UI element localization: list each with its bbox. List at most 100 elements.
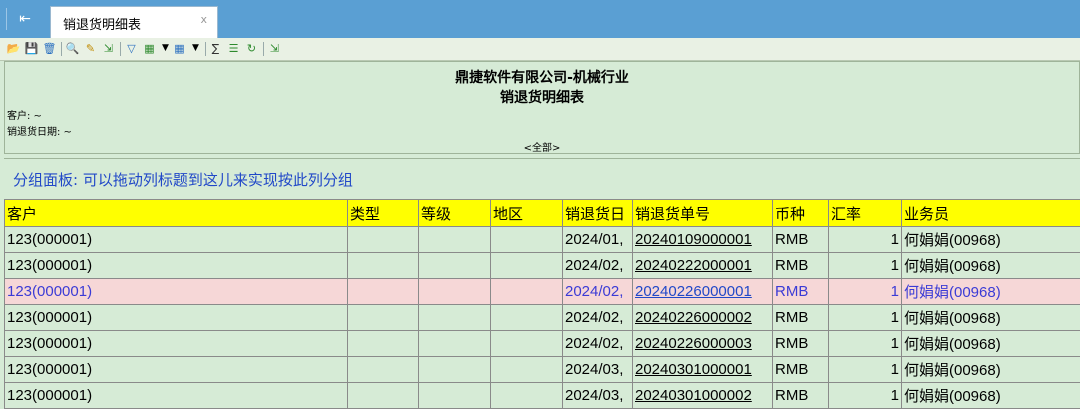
grid-icon[interactable]: ▦ [172, 41, 187, 56]
column-header-return-date[interactable]: 销退货日 [563, 200, 633, 227]
cell-type [348, 227, 419, 253]
table-row[interactable]: 123(000001) 2024/03, 20240301000001 RMB … [5, 357, 1080, 383]
open-folder-icon[interactable]: 📂 [6, 41, 21, 56]
cell-region [491, 331, 563, 357]
cell-customer: 123(000001) [5, 357, 348, 383]
toolbar-separator [61, 42, 62, 56]
tab-close-icon[interactable]: x [200, 13, 207, 26]
table-row[interactable]: 123(000001) 2024/02, 20240222000001 RMB … [5, 253, 1080, 279]
cell-date: 2024/02, [563, 279, 633, 305]
table-row-selected[interactable]: 123(000001) 2024/02, 20240226000001 RMB … [5, 279, 1080, 305]
filter-icon[interactable]: ▽ [124, 41, 139, 56]
cell-doc-link[interactable]: 20240226000002 [633, 305, 773, 331]
save-icon[interactable]: 💾 [24, 41, 39, 56]
cell-date: 2024/02, [563, 331, 633, 357]
column-header-exchange-rate[interactable]: 汇率 [829, 200, 902, 227]
table-row[interactable]: 123(000001) 2024/02, 20240226000002 RMB … [5, 305, 1080, 331]
cell-rate: 1 [829, 227, 902, 253]
cell-type [348, 253, 419, 279]
cell-currency: RMB [773, 383, 829, 409]
header-row: 客户 类型 等级 地区 销退货日 销退货单号 币种 汇率 业务员 [5, 200, 1080, 227]
cell-region [491, 357, 563, 383]
column-header-return-doc-no[interactable]: 销退货单号 [633, 200, 773, 227]
table-row[interactable]: 123(000001) 2024/03, 20240301000002 RMB … [5, 383, 1080, 409]
cell-rate: 1 [829, 383, 902, 409]
chevron-down-icon[interactable]: ▼ [158, 41, 173, 56]
toolbar-separator [205, 42, 206, 56]
chevron-down-icon[interactable]: ▼ [188, 41, 203, 56]
cell-type [348, 357, 419, 383]
cell-level [419, 305, 491, 331]
top-bar: ⇤ 销退货明细表 x [0, 0, 1080, 38]
cell-customer: 123(000001) [5, 305, 348, 331]
cell-region [491, 305, 563, 331]
refresh-icon[interactable]: ↻ [244, 41, 259, 56]
edit-icon[interactable]: ✎ [83, 41, 98, 56]
column-header-region[interactable]: 地区 [491, 200, 563, 227]
cell-customer: 123(000001) [5, 331, 348, 357]
cell-currency: RMB [773, 357, 829, 383]
cell-date: 2024/01, [563, 227, 633, 253]
all-label: <全部> [5, 139, 1079, 154]
cell-region [491, 253, 563, 279]
cell-salesperson: 何娟娟(00968) [902, 331, 1080, 357]
group-panel-hint: 分组面板: 可以拖动列标题到这儿来实现按此列分组 [13, 169, 353, 190]
cell-date: 2024/02, [563, 305, 633, 331]
customer-filter-label: 客户: ~ [7, 107, 42, 122]
tab-label: 销退货明细表 [63, 14, 141, 33]
filter-sum-icon[interactable]: ∑ [208, 41, 223, 56]
cell-region [491, 383, 563, 409]
column-header-level[interactable]: 等级 [419, 200, 491, 227]
report-title: 销退货明细表 [5, 87, 1079, 107]
cell-level [419, 253, 491, 279]
tree-icon[interactable]: ☰ [226, 41, 241, 56]
column-header-salesperson[interactable]: 业务员 [902, 200, 1080, 227]
cell-salesperson: 何娟娟(00968) [902, 383, 1080, 409]
cell-customer: 123(000001) [5, 253, 348, 279]
cell-level [419, 279, 491, 305]
cell-customer: 123(000001) [5, 227, 348, 253]
date-filter-label: 销退货日期: ~ [7, 123, 72, 138]
cell-level [419, 383, 491, 409]
table-row[interactable]: 123(000001) 2024/02, 20240226000003 RMB … [5, 331, 1080, 357]
cell-currency: RMB [773, 227, 829, 253]
collapse-menu-icon[interactable]: ⇤ [6, 8, 43, 30]
export-icon[interactable]: ⇲ [101, 41, 116, 56]
cell-doc-link[interactable]: 20240226000001 [633, 279, 773, 305]
cell-date: 2024/02, [563, 253, 633, 279]
cell-customer: 123(000001) [5, 279, 348, 305]
cell-doc-link[interactable]: 20240301000001 [633, 357, 773, 383]
cell-customer: 123(000001) [5, 383, 348, 409]
cell-level [419, 227, 491, 253]
cell-level [419, 331, 491, 357]
cell-date: 2024/03, [563, 357, 633, 383]
cell-type [348, 383, 419, 409]
cell-currency: RMB [773, 305, 829, 331]
exit-icon[interactable]: ⇲ [267, 41, 282, 56]
cell-salesperson: 何娟娟(00968) [902, 279, 1080, 305]
column-header-type[interactable]: 类型 [348, 200, 419, 227]
column-header-currency[interactable]: 币种 [773, 200, 829, 227]
cell-rate: 1 [829, 331, 902, 357]
layout-icon[interactable]: ▦ [142, 41, 157, 56]
tab-sales-return-detail[interactable]: 销退货明细表 x [50, 6, 218, 38]
cell-salesperson: 何娟娟(00968) [902, 305, 1080, 331]
cell-type [348, 331, 419, 357]
column-header-customer[interactable]: 客户 [5, 200, 348, 227]
cell-salesperson: 何娟娟(00968) [902, 253, 1080, 279]
company-name: 鼎捷软件有限公司-机械行业 [5, 67, 1079, 87]
cell-doc-link[interactable]: 20240109000001 [633, 227, 773, 253]
cell-salesperson: 何娟娟(00968) [902, 227, 1080, 253]
cell-currency: RMB [773, 331, 829, 357]
cell-salesperson: 何娟娟(00968) [902, 357, 1080, 383]
table-row[interactable]: 123(000001) 2024/01, 20240109000001 RMB … [5, 227, 1080, 253]
cell-rate: 1 [829, 253, 902, 279]
group-panel[interactable]: 分组面板: 可以拖动列标题到这儿来实现按此列分组 [4, 158, 1080, 199]
search-icon[interactable]: 🔍 [65, 41, 80, 56]
cell-doc-link[interactable]: 20240301000002 [633, 383, 773, 409]
cell-doc-link[interactable]: 20240226000003 [633, 331, 773, 357]
cell-rate: 1 [829, 279, 902, 305]
data-grid: 客户 类型 等级 地区 销退货日 销退货单号 币种 汇率 业务员 123(000… [4, 199, 1080, 409]
cell-doc-link[interactable]: 20240222000001 [633, 253, 773, 279]
delete-icon[interactable]: 🗑 [42, 41, 57, 56]
